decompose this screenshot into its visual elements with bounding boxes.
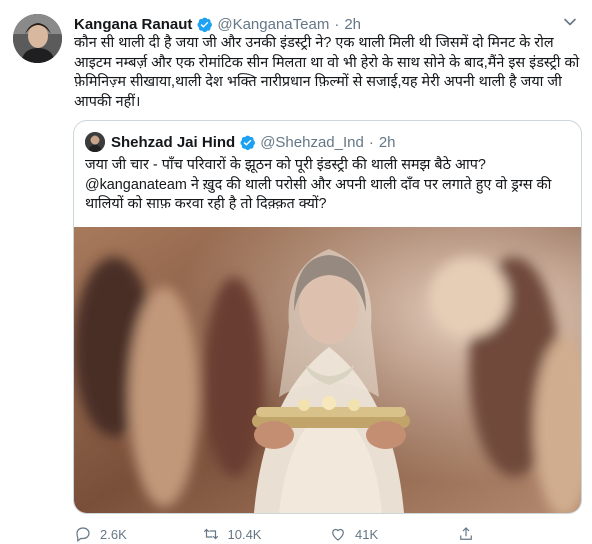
quoted-tweet[interactable]: Shehzad Jai Hind @Shehzad_Ind · 2h जया ज… [73, 120, 582, 514]
share-button[interactable] [457, 525, 585, 543]
author-avatar[interactable] [13, 14, 62, 63]
quoted-tweet-header: Shehzad Jai Hind @Shehzad_Ind · 2h [85, 132, 396, 152]
reply-icon [76, 527, 90, 542]
tweet-header: Kangana Ranaut @KanganaTeam · 2h [74, 14, 361, 34]
verified-badge-icon [196, 16, 213, 33]
reply-button[interactable]: 2.6K [74, 525, 202, 543]
like-icon [332, 528, 344, 541]
reply-count: 2.6K [100, 526, 127, 542]
author-handle[interactable]: @KanganaTeam [217, 16, 329, 33]
quoted-header-separator: · [368, 133, 374, 151]
retweet-button[interactable]: 10.4K [202, 525, 330, 543]
share-icon [459, 527, 472, 540]
header-separator: · [334, 15, 340, 33]
quoted-author-handle[interactable]: @Shehzad_Ind [260, 134, 364, 151]
quoted-author-avatar[interactable] [85, 132, 105, 152]
like-count: 41K [355, 526, 379, 542]
verified-badge-icon [239, 134, 256, 151]
quoted-tweet-image[interactable] [74, 227, 581, 513]
chevron-down-icon[interactable] [560, 12, 580, 32]
tweet-card[interactable]: Kangana Ranaut @KanganaTeam · 2h कौन सी … [0, 0, 592, 542]
tweet-text: कौन सी थाली दी है जया जी और उनकी इंडस्ट्… [74, 35, 580, 110]
author-name[interactable]: Kangana Ranaut [74, 16, 192, 33]
retweet-count: 10.4K [227, 526, 262, 542]
quoted-tweet-text: जया जी चार - पाँच परिवारों के झूठन को पू… [85, 157, 552, 212]
tweet-timestamp[interactable]: 2h [344, 16, 361, 33]
quoted-timestamp[interactable]: 2h [379, 134, 396, 151]
quoted-author-name[interactable]: Shehzad Jai Hind [111, 134, 235, 151]
like-button[interactable]: 41K [329, 525, 457, 543]
tweet-actions: 2.6K 10.4K 41K [74, 524, 584, 544]
retweet-icon [203, 528, 218, 540]
